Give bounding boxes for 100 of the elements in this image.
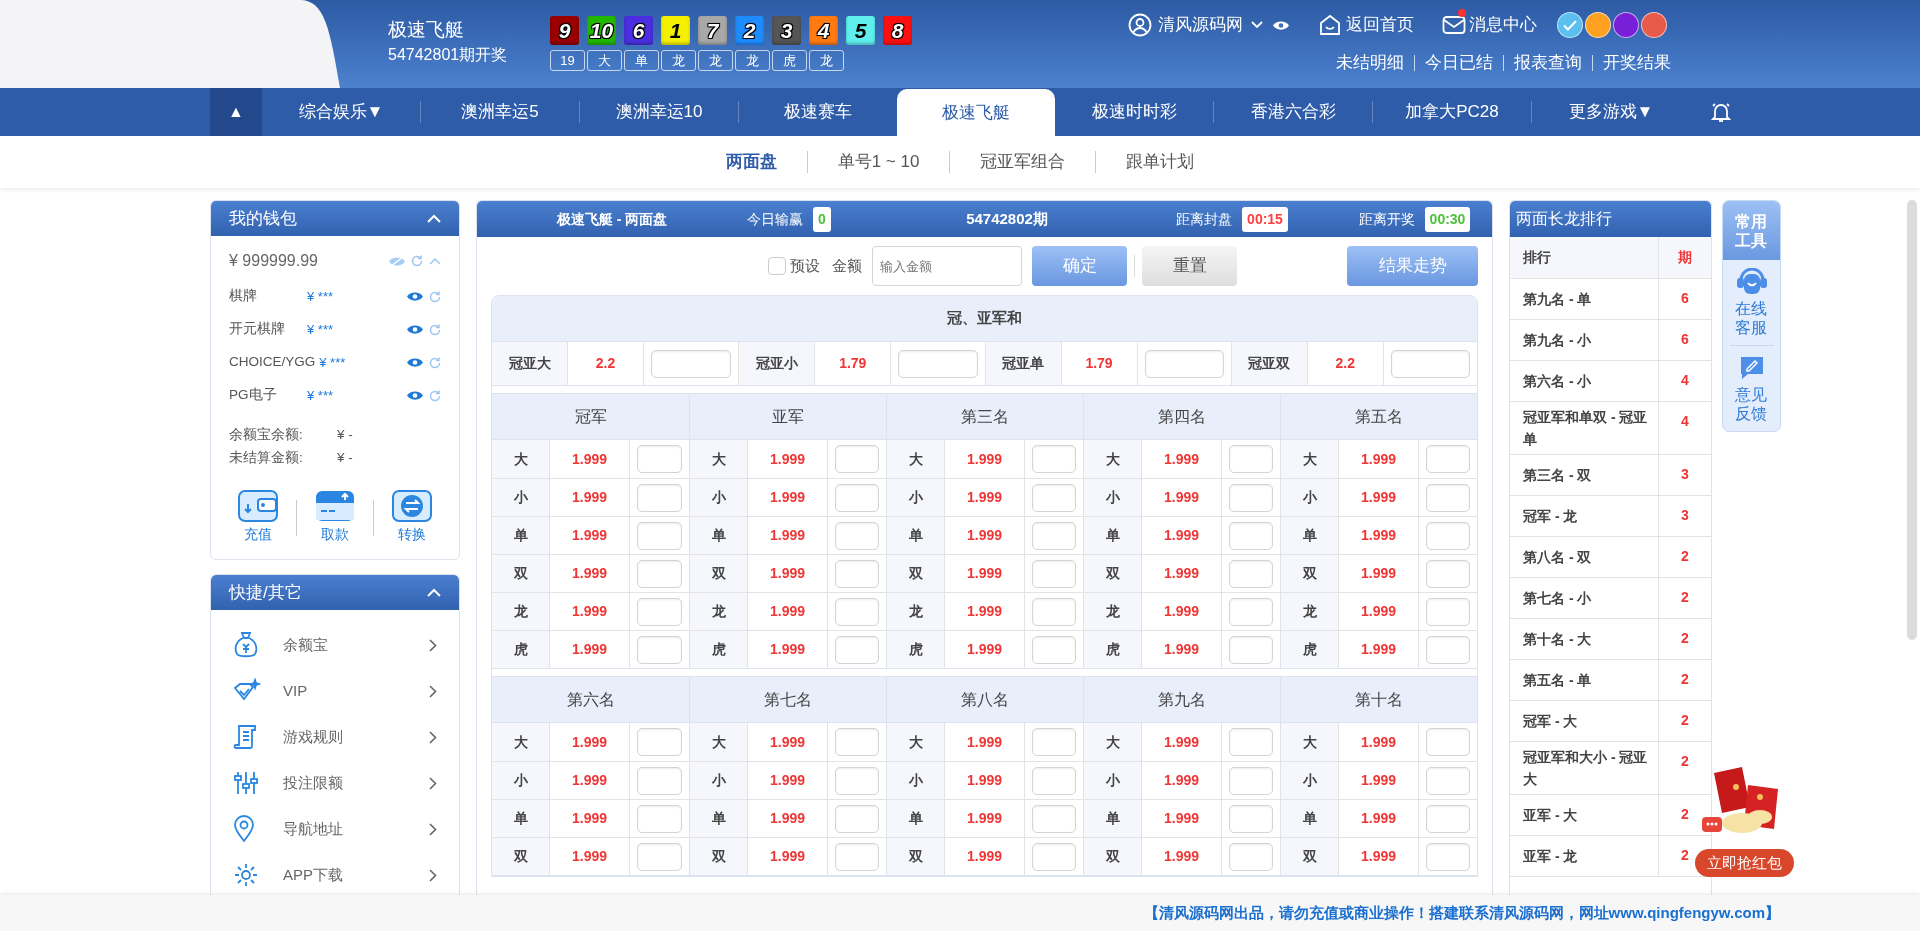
refresh-icon[interactable] [429, 290, 441, 303]
shortcut-item[interactable]: 游戏规则 [211, 714, 459, 760]
messages-link[interactable]: 消息中心 [1442, 12, 1537, 38]
bet-input[interactable] [1426, 445, 1470, 473]
shortcut-item[interactable]: VIP [211, 668, 459, 714]
bet-input[interactable] [835, 842, 879, 871]
bet-input[interactable] [835, 766, 879, 795]
eye-icon[interactable] [407, 357, 423, 368]
header-link[interactable]: 今日已结 [1425, 50, 1493, 76]
reset-button[interactable]: 重置 [1142, 246, 1237, 286]
bet-input[interactable] [637, 483, 682, 512]
shortcut-item[interactable]: APP下载 [211, 852, 459, 898]
nav-tab[interactable]: 极速赛车 [739, 88, 897, 136]
bet-input[interactable] [1426, 728, 1470, 756]
refresh-icon[interactable] [429, 323, 441, 336]
eye-icon[interactable] [407, 390, 423, 401]
bet-input[interactable] [1229, 521, 1273, 550]
nav-tab[interactable]: 加拿大PC28 [1373, 88, 1531, 136]
shortcut-item[interactable]: 投注限额 [211, 760, 459, 806]
bet-input[interactable] [1426, 842, 1470, 871]
bet-input[interactable] [835, 728, 879, 756]
tool-button[interactable]: 在线客服 [1734, 260, 1769, 345]
bet-input[interactable] [637, 804, 682, 833]
nav-tab[interactable]: 极速时时彩 [1055, 88, 1213, 136]
amount-input[interactable]: 输入金额 [872, 246, 1022, 286]
bet-input[interactable] [1390, 349, 1470, 378]
bet-input[interactable] [1426, 521, 1470, 550]
bet-input[interactable] [835, 483, 879, 512]
bet-input[interactable] [835, 804, 879, 833]
bet-input[interactable] [835, 597, 879, 626]
header-link[interactable]: 报表查询 [1514, 50, 1582, 76]
bet-input[interactable] [1032, 766, 1076, 795]
subnav-tab[interactable]: 跟单计划 [1126, 149, 1195, 175]
eye-icon[interactable] [407, 291, 423, 302]
bet-input[interactable] [637, 728, 682, 756]
bet-input[interactable] [651, 349, 732, 378]
bet-input[interactable] [1229, 483, 1273, 512]
gift-claim-button[interactable]: 立即抢红包 [1695, 849, 1794, 877]
bet-input[interactable] [1032, 445, 1076, 473]
bet-input[interactable] [835, 635, 879, 664]
bet-input[interactable] [1032, 559, 1076, 588]
eye-icon[interactable] [1273, 19, 1289, 31]
bet-input[interactable] [835, 559, 879, 588]
shortcut-item[interactable]: 余额宝 [211, 622, 459, 668]
bet-input[interactable] [1426, 766, 1470, 795]
bet-input[interactable] [1032, 483, 1076, 512]
nav-tab[interactable]: 澳洲幸运10 [580, 88, 738, 136]
eye-off-icon[interactable] [389, 255, 405, 267]
bet-input[interactable] [1426, 559, 1470, 588]
theme-swatch[interactable] [1641, 12, 1667, 38]
subnav-tab[interactable]: 冠亚军组合 [980, 149, 1066, 175]
bet-input[interactable] [1229, 597, 1273, 626]
bet-input[interactable] [637, 521, 682, 550]
bet-input[interactable] [1229, 445, 1273, 473]
header-link[interactable]: 开奖结果 [1603, 50, 1671, 76]
nav-tab[interactable]: 极速飞艇 [897, 89, 1055, 136]
preset-checkbox[interactable] [768, 257, 786, 275]
wallet-action[interactable]: 充值 [238, 490, 278, 545]
collapse-button[interactable]: ▲ [210, 88, 262, 136]
refresh-icon[interactable] [429, 356, 441, 369]
bet-input[interactable] [835, 445, 879, 473]
refresh-icon[interactable] [429, 389, 441, 402]
nav-tab[interactable]: 更多游戏▼ [1532, 88, 1690, 136]
bet-input[interactable] [637, 559, 682, 588]
bet-input[interactable] [1426, 483, 1470, 512]
home-link[interactable]: 返回首页 [1319, 12, 1414, 38]
bet-input[interactable] [637, 445, 682, 473]
nav-tab[interactable]: 澳洲幸运5 [421, 88, 579, 136]
bet-input[interactable] [1032, 635, 1076, 664]
bet-input[interactable] [1426, 804, 1470, 833]
header-link[interactable]: 未结明细 [1336, 50, 1404, 76]
theme-swatch[interactable] [1585, 12, 1611, 38]
bet-input[interactable] [1032, 521, 1076, 550]
bet-input[interactable] [835, 521, 879, 550]
bet-input[interactable] [1032, 842, 1076, 871]
bet-input[interactable] [637, 597, 682, 626]
bet-input[interactable] [1229, 635, 1273, 664]
bet-input[interactable] [1032, 597, 1076, 626]
username-link[interactable]: 清风源码网 [1158, 12, 1243, 38]
eye-icon[interactable] [407, 324, 423, 335]
bet-input[interactable] [1229, 842, 1273, 871]
bet-input[interactable] [1229, 804, 1273, 833]
bet-input[interactable] [637, 635, 682, 664]
wallet-action[interactable]: 转换 [392, 490, 432, 545]
bet-input[interactable] [898, 349, 978, 378]
tool-button[interactable]: 意见反馈 [1734, 346, 1769, 431]
chevron-down-icon[interactable] [1251, 21, 1263, 29]
nav-tab[interactable]: 综合娱乐▼ [262, 88, 420, 136]
bet-input[interactable] [1426, 635, 1470, 664]
nav-tab[interactable]: 香港六合彩 [1214, 88, 1372, 136]
bet-input[interactable] [1229, 766, 1273, 795]
bet-input[interactable] [637, 842, 682, 871]
bet-input[interactable] [637, 766, 682, 795]
theme-swatch[interactable] [1613, 12, 1639, 38]
subnav-tab[interactable]: 两面盘 [725, 149, 777, 175]
wallet-action[interactable]: 取款 [315, 490, 355, 545]
subnav-tab[interactable]: 单号1 ~ 10 [837, 149, 920, 175]
bet-input[interactable] [1032, 804, 1076, 833]
bet-input[interactable] [1229, 728, 1273, 756]
refresh-icon[interactable] [411, 255, 423, 267]
